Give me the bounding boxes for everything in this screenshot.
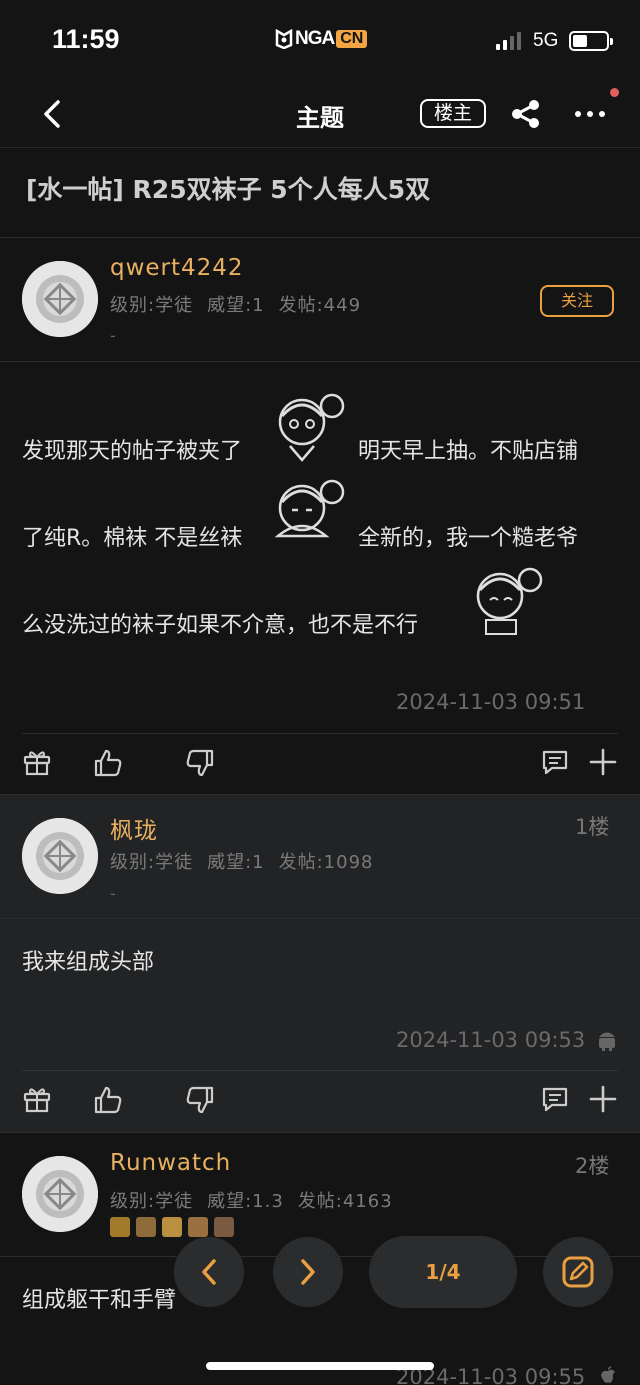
divider (0, 237, 640, 238)
user-level: 级别:学徒 (110, 295, 194, 316)
post-action-bar (0, 733, 640, 793)
default-avatar-icon (22, 261, 98, 337)
user-meta: 级别:学徒 威望:1 发帖:449 (110, 291, 375, 317)
chevron-left-icon (202, 1259, 216, 1285)
next-page-button[interactable] (273, 1237, 343, 1307)
comment-button[interactable] (540, 747, 572, 779)
floating-pager: 1/4 (0, 1236, 640, 1312)
divider (0, 1132, 640, 1133)
badge-icon (162, 1217, 182, 1237)
more-button[interactable] (572, 96, 608, 132)
like-button[interactable] (92, 747, 124, 779)
logo-suffix: CN (336, 30, 368, 48)
post-action-bar (0, 1070, 640, 1130)
default-avatar-icon (22, 1156, 98, 1232)
divider (0, 794, 640, 795)
divider (0, 361, 640, 362)
thumbs-down-icon (186, 1086, 214, 1114)
follow-button[interactable]: 关注 (540, 285, 614, 317)
edit-icon (562, 1256, 594, 1288)
badge-icon (136, 1217, 156, 1237)
post-content-line: 发现那天的帖子被夹了 (22, 439, 243, 464)
badge-icon (110, 1217, 130, 1237)
gift-icon (23, 1088, 51, 1113)
share-icon (512, 100, 539, 128)
floor-number: 1楼 (575, 815, 610, 839)
floor-number: 2楼 (575, 1154, 610, 1178)
share-button[interactable] (508, 96, 544, 132)
dislike-button[interactable] (184, 747, 216, 779)
gift-icon (23, 751, 51, 776)
default-avatar-icon (22, 818, 98, 894)
page-indicator-button[interactable]: 1/4 (369, 1236, 517, 1308)
post-username[interactable]: 枫珑 (110, 811, 158, 845)
sticker-emoji-3 (466, 564, 550, 640)
like-button[interactable] (92, 1084, 124, 1116)
prev-page-button[interactable] (174, 1237, 244, 1307)
post-timestamp: 2024-11-03 09:51 (396, 690, 586, 714)
android-icon (596, 1028, 618, 1052)
user-prestige: 威望:1 (207, 852, 265, 873)
user-post-count: 发帖:449 (278, 295, 362, 316)
status-time: 11:59 (52, 24, 120, 54)
sticker-emoji-2 (268, 476, 352, 552)
thumbs-up-icon (94, 749, 122, 777)
user-prestige: 威望:1.3 (207, 1191, 284, 1212)
avatar[interactable] (22, 818, 98, 894)
op-only-button[interactable]: 楼主 (420, 99, 486, 128)
nga-logo: NGA CN (275, 27, 368, 51)
badge-icon (214, 1217, 234, 1237)
nga-logo-icon (275, 29, 293, 49)
post-content-line: 明天早上抽。不贴店铺 (358, 439, 579, 464)
post-content-line: 全新的，我一个糙老爷 (358, 526, 579, 551)
user-level: 级别:学徒 (110, 852, 194, 873)
post-username[interactable]: qwert4242 (110, 255, 244, 281)
post-username[interactable]: Runwatch (110, 1150, 231, 1176)
home-indicator (206, 1362, 434, 1370)
post-timestamp: 2024-11-03 09:53 (396, 1028, 586, 1052)
user-meta: 级别:学徒 威望:1 发帖:1098 (110, 848, 387, 874)
reply-plus-button[interactable] (588, 1084, 620, 1116)
notification-dot (610, 88, 619, 97)
avatar[interactable] (22, 261, 98, 337)
gift-button[interactable] (22, 747, 54, 779)
post-content: 我来组成头部 (22, 950, 155, 975)
post-content-line: 么没洗过的袜子如果不介意，也不是不行 (22, 613, 419, 638)
user-level: 级别:学徒 (110, 1191, 194, 1212)
user-prestige: 威望:1 (207, 295, 265, 316)
gift-button[interactable] (22, 1084, 54, 1116)
sticker-emoji-1 (268, 390, 352, 466)
comment-icon (542, 1087, 568, 1112)
signal-icon (496, 30, 521, 50)
user-signature: - (110, 326, 116, 345)
user-post-count: 发帖:1098 (278, 852, 374, 873)
thread-title: [水一帖] R25双袜子 5个人每人5双 (26, 175, 431, 204)
dislike-button[interactable] (184, 1084, 216, 1116)
user-meta: 级别:学徒 威望:1.3 发帖:4163 (110, 1187, 407, 1213)
page-title: 主题 (296, 104, 344, 132)
plus-icon (589, 1085, 617, 1113)
user-post-count: 发帖:4163 (297, 1191, 393, 1212)
top-nav: 主题 楼主 (0, 80, 640, 148)
avatar[interactable] (22, 1156, 98, 1232)
battery-icon (569, 31, 613, 51)
post-content-line: 了纯R。棉袜 不是丝袜 (22, 526, 243, 551)
comment-button[interactable] (540, 1084, 572, 1116)
comment-icon (542, 750, 568, 775)
status-bar: 11:59 NGA CN 5G (0, 0, 640, 80)
thumbs-down-icon (186, 749, 214, 777)
reply-plus-button[interactable] (588, 747, 620, 779)
more-icon (575, 111, 605, 117)
badge-icon (188, 1217, 208, 1237)
user-badges (110, 1217, 234, 1237)
compose-button[interactable] (543, 1237, 613, 1307)
chevron-right-icon (301, 1259, 315, 1285)
user-signature: - (110, 884, 116, 903)
divider (0, 918, 640, 919)
apple-icon (598, 1365, 618, 1385)
thumbs-up-icon (94, 1086, 122, 1114)
plus-icon (589, 748, 617, 776)
logo-text: NGA (295, 28, 335, 49)
network-type: 5G (533, 30, 559, 51)
